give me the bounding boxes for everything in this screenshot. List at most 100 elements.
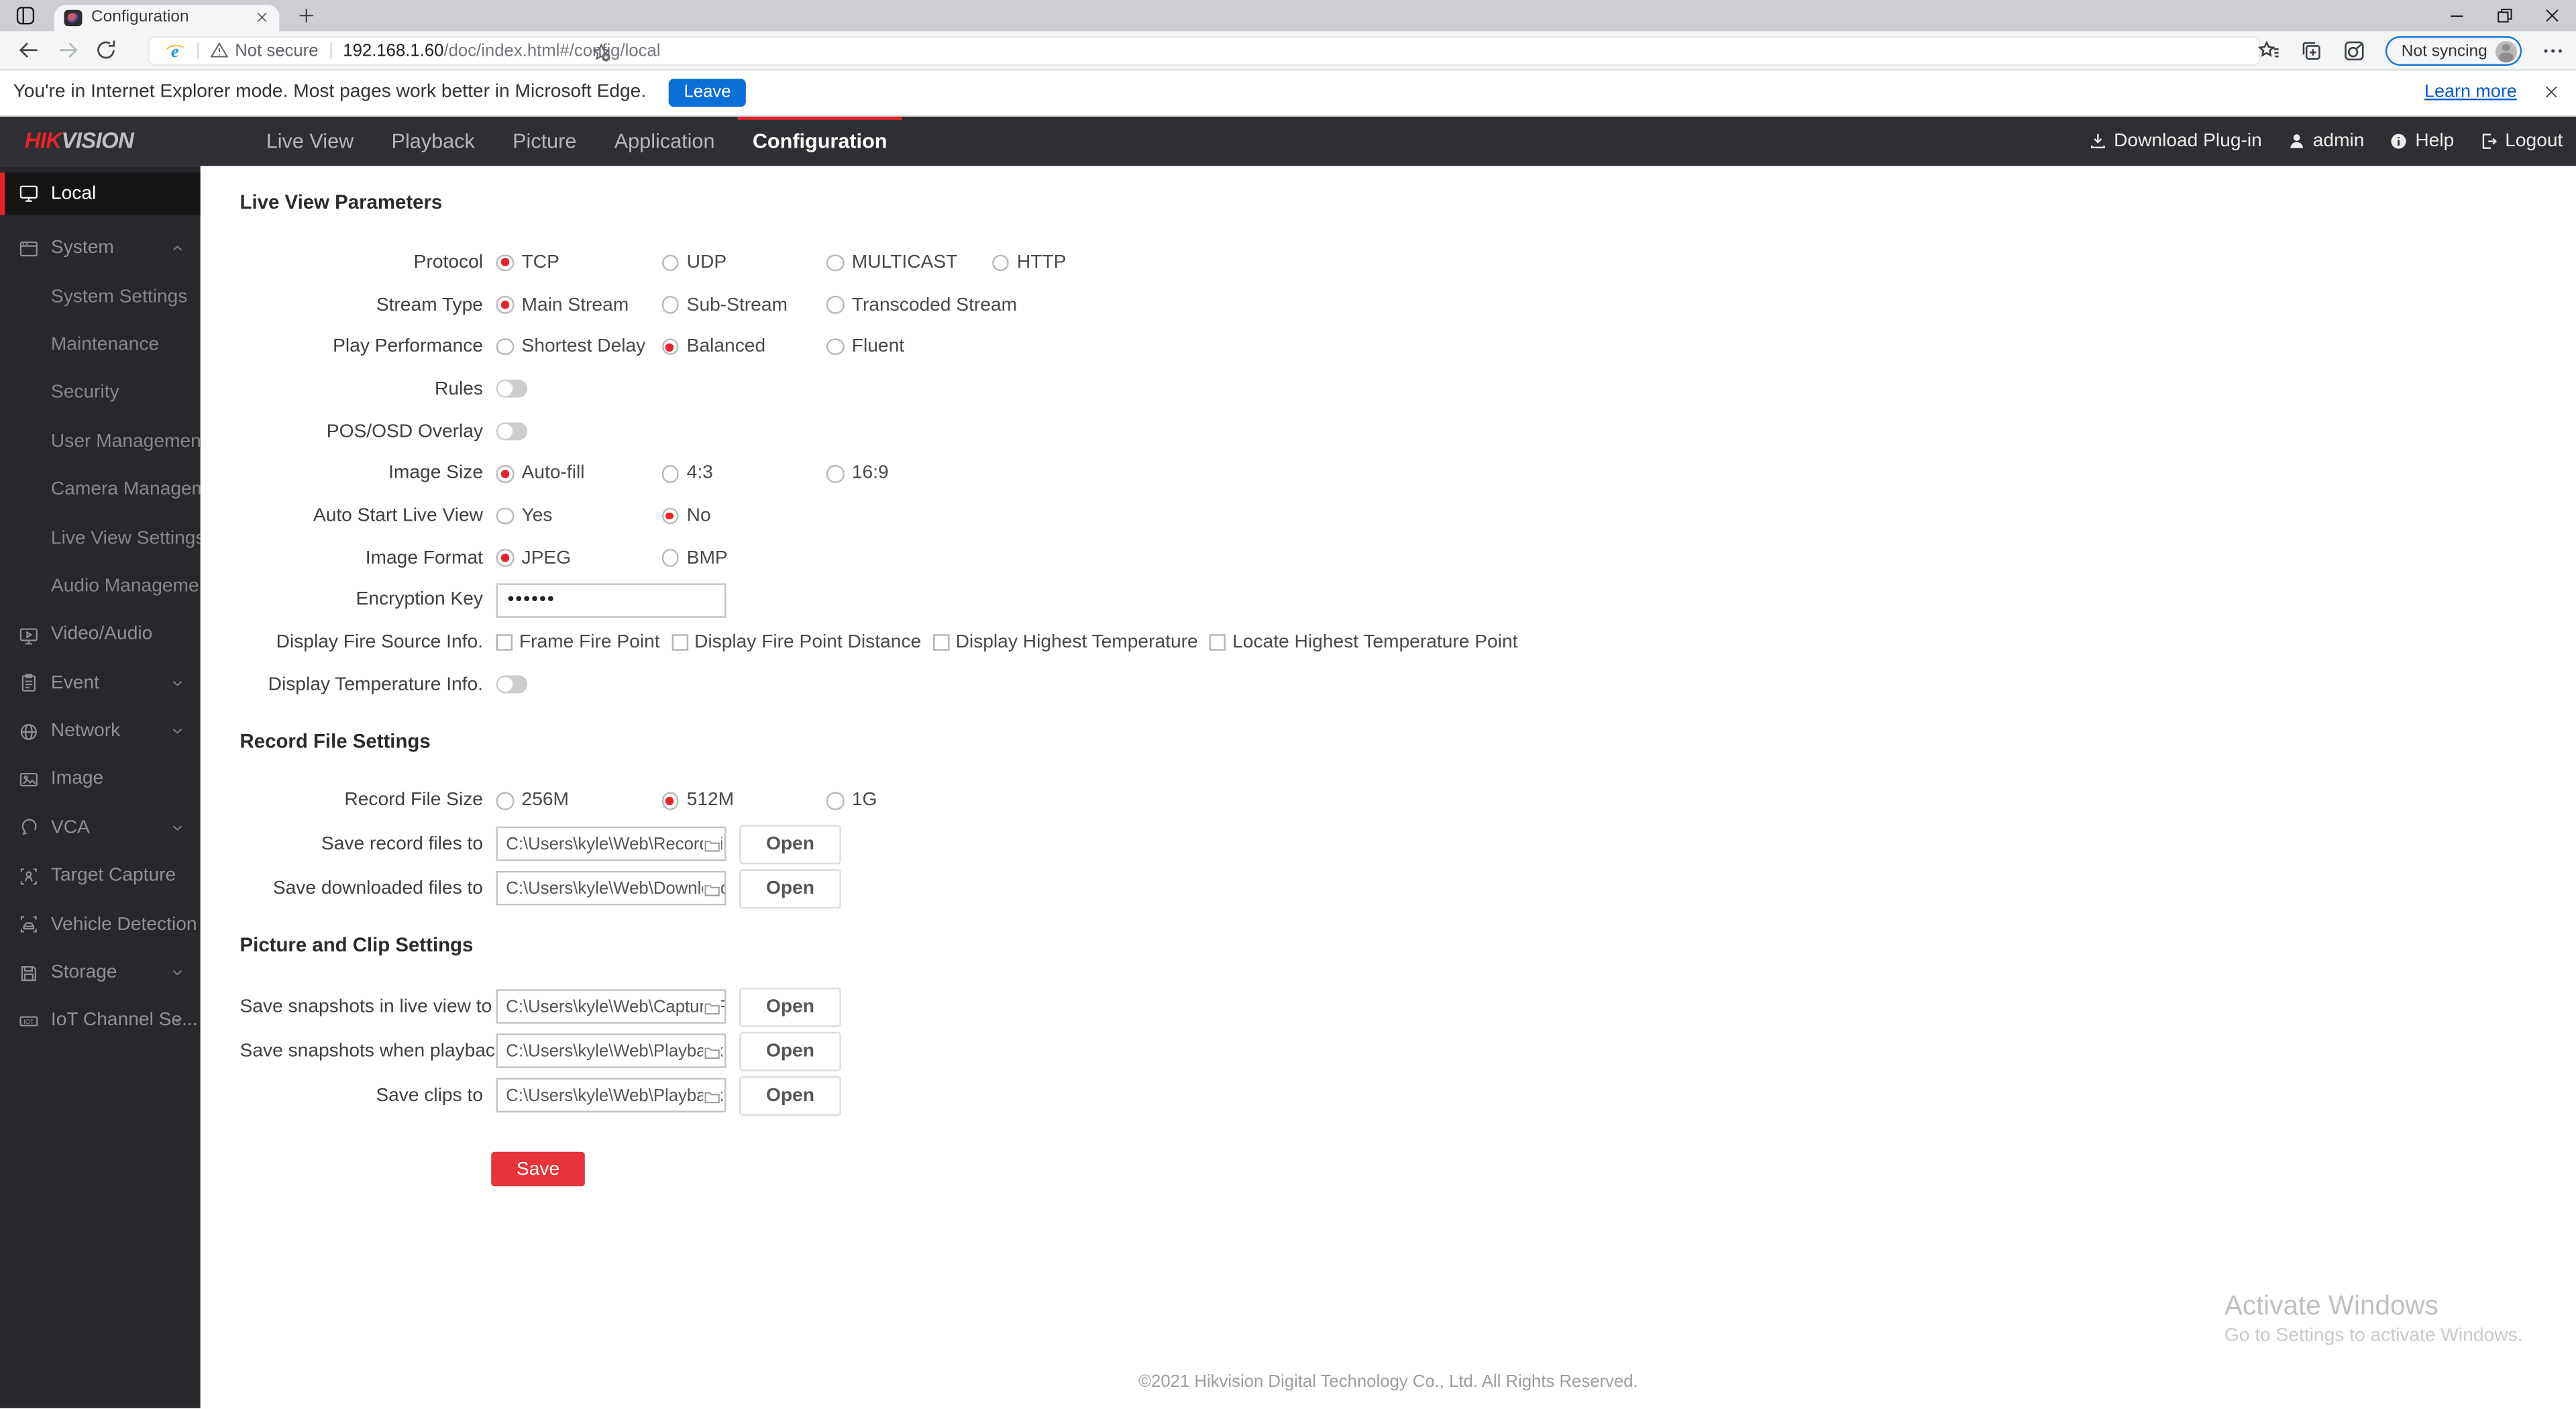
nav-item-playback[interactable]: Playback xyxy=(388,116,478,166)
sidebar-item-camera-management[interactable]: Camera Management xyxy=(0,466,233,514)
sidebar-item-live-view-settings[interactable]: Live View Settings xyxy=(0,514,205,562)
sidebar-item-audio-management[interactable]: Audio Management xyxy=(0,562,215,611)
transcoded-stream-radio-option[interactable]: Transcoded Stream xyxy=(826,295,1017,315)
display-fire-point-distance-checkbox-option[interactable]: Display Fire Point Distance xyxy=(671,633,921,652)
encryption-key-input[interactable]: •••••• xyxy=(496,583,727,618)
display-temperature-info-toggle[interactable] xyxy=(496,676,528,694)
refresh-button[interactable] xyxy=(94,38,119,62)
no-radio-option[interactable]: No xyxy=(661,506,826,526)
auto-fill-radio-option[interactable]: Auto-fill xyxy=(496,464,661,484)
checkbox[interactable] xyxy=(496,634,513,651)
learn-more-link[interactable]: Learn more xyxy=(2424,83,2517,102)
sidebar-item-user-management[interactable]: User Management xyxy=(0,417,207,466)
radio-button[interactable] xyxy=(661,792,679,810)
sidebar-item-maintenance[interactable]: Maintenance xyxy=(0,321,201,369)
sidebar-item-security[interactable]: Security xyxy=(0,369,201,417)
16-9-radio-option[interactable]: 16:9 xyxy=(826,464,991,484)
open-button[interactable]: Open xyxy=(739,987,841,1027)
radio-button[interactable] xyxy=(826,792,844,810)
radio-button[interactable] xyxy=(496,254,514,272)
balanced-radio-option[interactable]: Balanced xyxy=(661,337,826,357)
banner-close-icon[interactable] xyxy=(2543,85,2559,101)
save-snapshots-when-playback-to-input[interactable]: C:\Users\kyle\Web\PlaybackPics xyxy=(496,1034,727,1069)
nav-item-picture[interactable]: Picture xyxy=(509,116,580,166)
radio-button[interactable] xyxy=(826,338,844,356)
radio-button[interactable] xyxy=(661,507,679,525)
admin-button[interactable]: admin xyxy=(2287,131,2364,151)
jpeg-radio-option[interactable]: JPEG xyxy=(496,548,661,568)
sidebar-item-network[interactable]: Network xyxy=(0,707,201,755)
512m-radio-option[interactable]: 512M xyxy=(661,791,826,811)
sidebar-item-image[interactable]: Image xyxy=(0,755,201,804)
back-button[interactable] xyxy=(16,38,41,62)
folder-icon[interactable] xyxy=(703,880,722,898)
locate-highest-temperature-point-checkbox-option[interactable]: Locate Highest Temperature Point xyxy=(1209,633,1517,652)
4-3-radio-option[interactable]: 4:3 xyxy=(661,464,826,484)
sidebar-item-local[interactable]: Local xyxy=(0,172,201,215)
radio-button[interactable] xyxy=(496,338,514,356)
tcp-radio-option[interactable]: TCP xyxy=(496,253,661,272)
save-record-files-to-input[interactable]: C:\Users\kyle\Web\RecordFiles xyxy=(496,827,727,862)
fluent-radio-option[interactable]: Fluent xyxy=(826,337,991,357)
checkbox[interactable] xyxy=(671,634,688,651)
nav-item-configuration[interactable]: Configuration xyxy=(737,115,902,166)
nav-item-application[interactable]: Application xyxy=(611,116,718,166)
udp-radio-option[interactable]: UDP xyxy=(661,253,826,272)
save-downloaded-files-to-input[interactable]: C:\Users\kyle\Web\DownloadFiles xyxy=(496,871,727,906)
folder-icon[interactable] xyxy=(703,998,722,1017)
ie-mode-indicator-icon[interactable] xyxy=(2343,40,2365,62)
open-button[interactable]: Open xyxy=(739,1076,841,1115)
radio-button[interactable] xyxy=(661,254,679,272)
not-syncing-profile-button[interactable]: Not syncing xyxy=(2385,36,2522,66)
sidebar-item-video-audio[interactable]: Video/Audio xyxy=(0,611,201,659)
help-button[interactable]: Help xyxy=(2389,131,2454,151)
radio-button[interactable] xyxy=(496,549,514,567)
folder-icon[interactable] xyxy=(703,1043,722,1061)
logout-button[interactable]: Logout xyxy=(2479,131,2563,151)
radio-button[interactable] xyxy=(661,338,679,356)
folder-icon[interactable] xyxy=(703,1087,722,1106)
multicast-radio-option[interactable]: MULTICAST xyxy=(826,253,991,272)
open-button[interactable]: Open xyxy=(739,1031,841,1071)
open-button[interactable]: Open xyxy=(739,825,841,864)
sidebar-item-iot-channel[interactable]: IOT IoT Channel Se... xyxy=(0,997,201,1045)
1g-radio-option[interactable]: 1G xyxy=(826,791,991,811)
http-radio-option[interactable]: HTTP xyxy=(991,253,1157,272)
yes-radio-option[interactable]: Yes xyxy=(496,506,661,526)
close-window-button[interactable] xyxy=(2528,0,2576,32)
256m-radio-option[interactable]: 256M xyxy=(496,791,661,811)
save-button[interactable]: Save xyxy=(491,1152,585,1187)
sidebar-item-system-settings[interactable]: System Settings xyxy=(0,272,201,321)
radio-button[interactable] xyxy=(661,549,679,567)
sidebar-item-vehicle-detection[interactable]: Vehicle Detection xyxy=(0,900,201,949)
save-snapshots-in-live-view-to-input[interactable]: C:\Users\kyle\Web\CaptureFiles xyxy=(496,989,727,1025)
folder-icon[interactable] xyxy=(703,835,722,854)
browser-tab[interactable]: Configuration xyxy=(54,4,280,32)
radio-button[interactable] xyxy=(496,792,514,810)
sidebar-item-system[interactable]: System xyxy=(0,224,201,272)
radio-button[interactable] xyxy=(661,296,679,314)
rules-toggle[interactable] xyxy=(496,380,528,399)
radio-button[interactable] xyxy=(826,296,844,314)
address-bar[interactable]: e Not secure 192.168.1.60/doc/index.html… xyxy=(148,36,2261,65)
checkbox[interactable] xyxy=(932,634,949,651)
radio-button[interactable] xyxy=(496,465,514,482)
download-plug-in-button[interactable]: Download Plug-in xyxy=(2088,131,2262,151)
add-favorite-star-icon[interactable] xyxy=(592,43,611,62)
radio-button[interactable] xyxy=(991,254,1009,272)
radio-button[interactable] xyxy=(826,465,844,482)
open-button[interactable]: Open xyxy=(739,869,841,908)
tab-close-icon[interactable] xyxy=(255,10,270,25)
favorites-icon[interactable] xyxy=(2257,40,2279,62)
sidebar-item-target-capture[interactable]: Target Capture xyxy=(0,852,201,900)
frame-fire-point-checkbox-option[interactable]: Frame Fire Point xyxy=(496,633,660,652)
sub-stream-radio-option[interactable]: Sub-Stream xyxy=(661,295,826,315)
save-clips-to-input[interactable]: C:\Users\kyle\Web\PlaybackFiles xyxy=(496,1078,727,1113)
sidebar-item-event[interactable]: Event xyxy=(0,659,201,707)
radio-button[interactable] xyxy=(496,296,514,314)
tab-actions-button[interactable] xyxy=(15,5,36,26)
leave-button[interactable]: Leave xyxy=(669,78,746,107)
settings-menu-icon[interactable] xyxy=(2542,40,2565,62)
nav-item-live-view[interactable]: Live View xyxy=(263,116,357,166)
display-highest-temperature-checkbox-option[interactable]: Display Highest Temperature xyxy=(932,633,1198,652)
